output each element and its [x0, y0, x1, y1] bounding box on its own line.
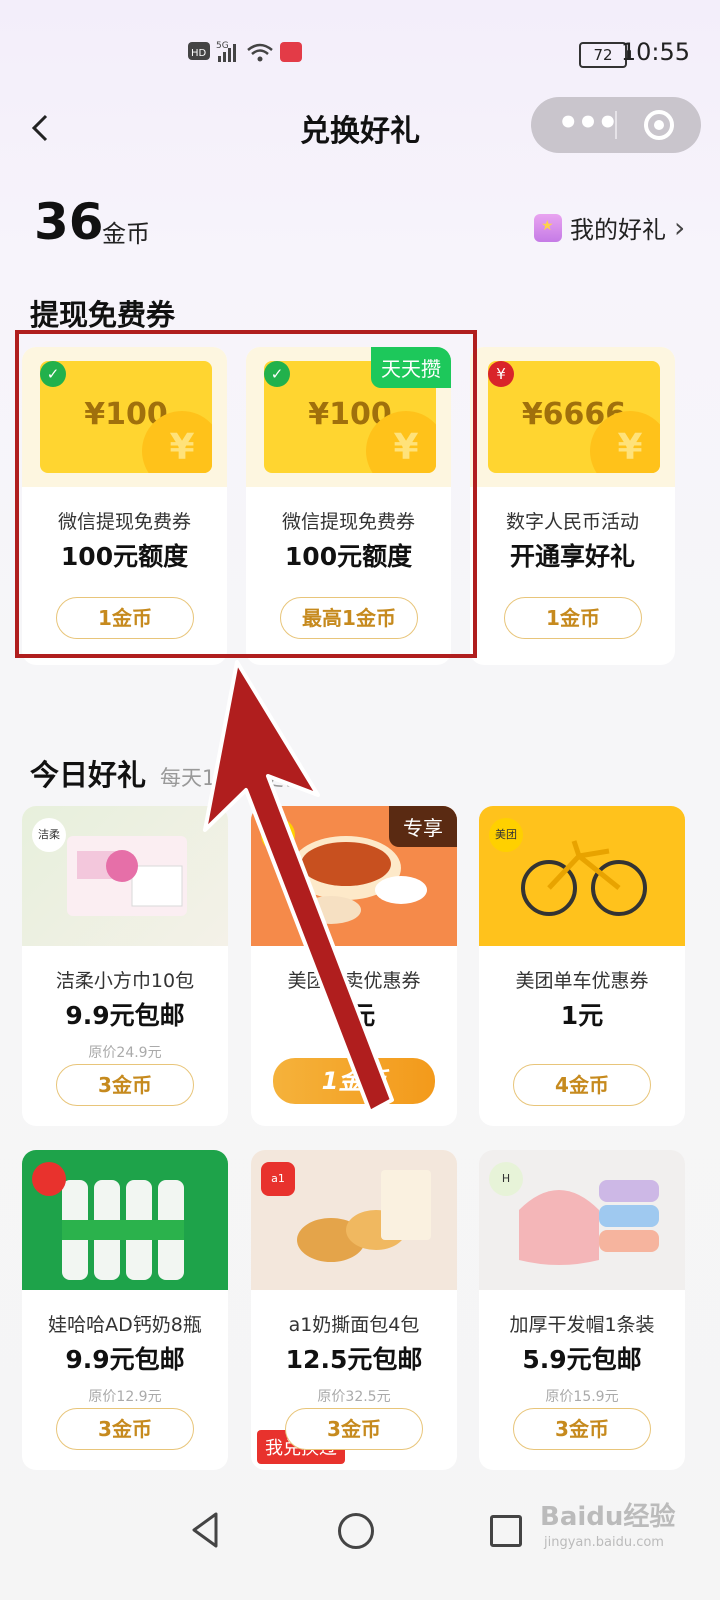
today-section-title: 今日好礼	[30, 758, 147, 792]
redeem-button[interactable]: 3金币	[56, 1408, 194, 1450]
redeem-button[interactable]: 3金币	[513, 1408, 651, 1450]
signal-bar-1	[218, 56, 221, 62]
status-bar: HD 5G 72 10:55	[0, 0, 720, 100]
gift-card[interactable]: 娃哈哈AD钙奶8瓶 9.9元包邮 原价12.9元 3金币	[22, 1150, 228, 1470]
gift-price: 9.9元包邮	[65, 1345, 185, 1374]
capsule-divider	[615, 111, 617, 139]
brand-logo: a1	[261, 1162, 295, 1196]
nav-home-icon[interactable]	[338, 1513, 374, 1549]
gift-calendar-icon	[534, 213, 562, 242]
gift-original-price: 原价12.9元	[88, 1389, 162, 1405]
gift-card[interactable]: 美团 专享 美团外卖优惠券 3元 1金币	[251, 806, 457, 1126]
coin-unit: 金币	[102, 220, 150, 248]
gift-card[interactable]: 美团 美团单车优惠券 1元 4金币	[479, 806, 685, 1126]
voucher-bill: ¥6666 ¥	[488, 361, 660, 473]
gift-price: 12.5元包邮	[285, 1345, 423, 1374]
svg-text:5G: 5G	[216, 41, 229, 51]
signal-bar-4	[233, 44, 236, 62]
nav-back-icon[interactable]	[188, 1510, 222, 1550]
card-line2: 开通享好礼	[509, 542, 635, 571]
redeem-button[interactable]: 1金币	[273, 1058, 435, 1104]
gift-price: 1元	[560, 1001, 604, 1030]
redeem-button[interactable]: 3金币	[56, 1064, 194, 1106]
my-gifts-link[interactable]: 我的好礼 ›	[534, 210, 685, 245]
gift-price: 5.9元包邮	[522, 1345, 642, 1374]
gift-card[interactable]: H 加厚干发帽1条装 5.9元包邮 原价15.9元 3金币	[479, 1150, 685, 1470]
card-line1: 数字人民币活动	[505, 511, 639, 533]
nav-recents-icon[interactable]	[490, 1515, 522, 1547]
gift-card[interactable]: 洁柔 洁柔小方巾10包 9.9元包邮 原价24.9元 3金币	[22, 806, 228, 1126]
app-notification-icon	[280, 42, 302, 62]
brand-logo: 美团	[489, 818, 523, 852]
withdraw-section-title: 提现免费券	[30, 298, 176, 332]
brand-logo: 洁柔	[32, 818, 66, 852]
gift-name: 加厚干发帽1条装	[509, 1314, 655, 1336]
today-section-subtitle: 每天10:00更新	[160, 766, 305, 790]
signal-bar-3	[228, 48, 231, 62]
gift-name: 美团单车优惠券	[515, 970, 649, 992]
watermark-sub: jingyan.baidu.com	[544, 1535, 664, 1550]
digital-rmb-icon: ¥	[488, 361, 514, 387]
my-gifts-label: 我的好礼	[570, 216, 666, 244]
target-ring-icon[interactable]	[644, 110, 674, 140]
redeem-button[interactable]: 3金币	[285, 1408, 423, 1450]
more-dots-icon[interactable]: •••	[557, 97, 618, 149]
mini-program-capsule: •••	[531, 97, 701, 153]
redeem-button[interactable]: 4金币	[513, 1064, 651, 1106]
gift-name: 美团外卖优惠券	[287, 970, 421, 992]
signal-bar-2	[223, 52, 226, 62]
gift-original-price: 原价24.9元	[88, 1045, 162, 1061]
redeem-button[interactable]: 1金币	[504, 597, 642, 639]
gift-name: 洁柔小方巾10包	[55, 970, 195, 992]
clock: 10:55	[620, 38, 690, 66]
chevron-right-icon: ›	[674, 211, 686, 244]
gift-original-price: 原价15.9元	[545, 1389, 619, 1405]
exclusive-tag: 专享	[389, 806, 457, 847]
watermark: Baidu经验	[540, 1502, 676, 1532]
brand-logo: H	[489, 1162, 523, 1196]
brand-logo: 美团	[261, 818, 295, 852]
gift-price: 9.9元包邮	[65, 1001, 185, 1030]
status-icons: HD 5G	[188, 41, 302, 62]
battery-indicator: 72	[579, 42, 631, 68]
svg-text:HD: HD	[191, 48, 207, 59]
gift-card[interactable]: a1 我兑换过 a1奶撕面包4包 12.5元包邮 原价32.5元 3金币	[251, 1150, 457, 1470]
brand-logo	[32, 1162, 66, 1196]
withdraw-card[interactable]: ¥6666 ¥ ¥ 数字人民币活动 开通享好礼 1金币	[470, 347, 675, 665]
highlight-box	[15, 330, 477, 658]
gift-name: a1奶撕面包4包	[288, 1314, 420, 1336]
gift-original-price: 原价32.5元	[317, 1389, 391, 1405]
gift-price: 3元	[332, 1001, 376, 1030]
coin-balance: 36	[34, 193, 104, 251]
gift-name: 娃哈哈AD钙奶8瓶	[48, 1314, 202, 1336]
